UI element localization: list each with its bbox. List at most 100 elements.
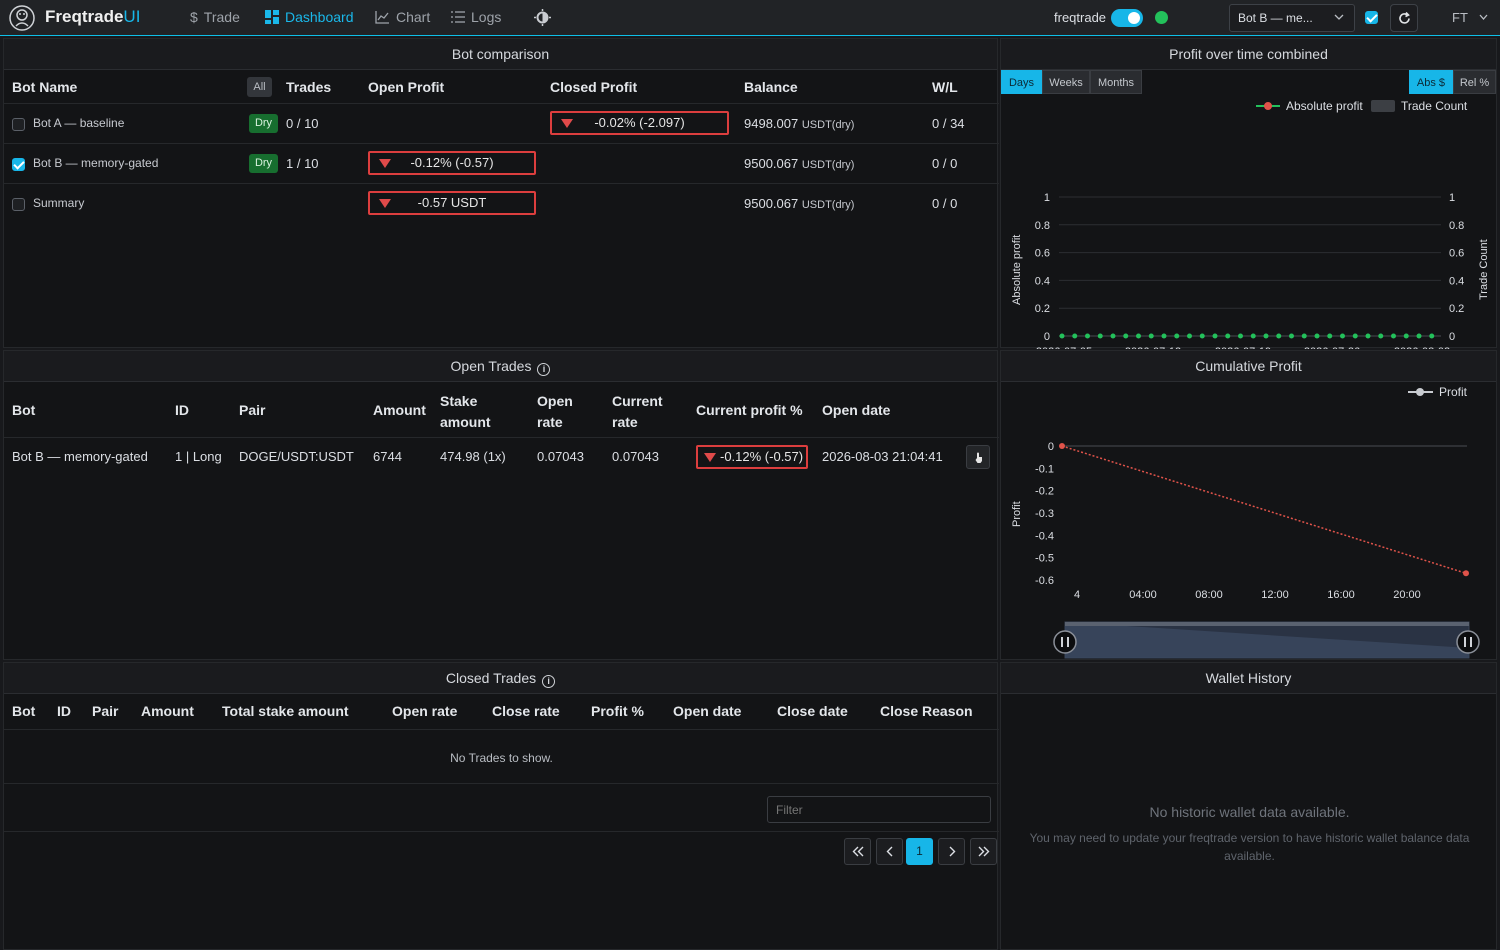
y-tick-label: -0.1 — [1035, 463, 1054, 475]
zoom-handle-right[interactable] — [1456, 630, 1480, 654]
col-current-rate-line2: rate — [612, 414, 638, 430]
nav-logs[interactable]: Logs — [451, 9, 501, 25]
col-trades[interactable]: Trades — [286, 79, 331, 95]
col-closed-profit[interactable]: Closed Profit — [550, 79, 637, 95]
chart-line-icon — [375, 11, 389, 24]
col-open-rate[interactable]: Open rate — [392, 703, 457, 719]
col-open-profit[interactable]: Open Profit — [368, 79, 444, 95]
col-pair[interactable]: Pair — [92, 703, 118, 719]
wallet-empty-title: No historic wallet data available. — [1149, 804, 1350, 820]
prev-page-button[interactable] — [876, 838, 903, 865]
nav-trade[interactable]: $ Trade — [190, 9, 240, 25]
col-open-rate[interactable]: Open rate — [537, 391, 573, 433]
col-wl[interactable]: W/L — [932, 79, 958, 95]
col-bot-name[interactable]: Bot Name — [12, 79, 77, 95]
zoom-handle-left[interactable] — [1053, 630, 1077, 654]
chevron-right-icon — [949, 846, 956, 857]
mode-rel-button[interactable]: Rel % — [1453, 70, 1496, 94]
col-open-rate-line1: Open — [537, 393, 573, 409]
info-icon[interactable]: i — [537, 363, 551, 376]
col-id[interactable]: ID — [57, 703, 71, 719]
y-right-axis-label: Trade Count — [1478, 239, 1490, 300]
bot-online-toggle[interactable] — [1111, 9, 1143, 27]
all-filter-button[interactable]: All — [247, 77, 272, 97]
col-open-date[interactable]: Open date — [822, 402, 890, 418]
col-id[interactable]: ID — [175, 402, 189, 418]
row-divider — [4, 143, 999, 144]
col-current-rate[interactable]: Current rate — [612, 391, 663, 433]
refresh-button[interactable] — [1390, 4, 1418, 32]
multi-bot-checkbox[interactable] — [1365, 11, 1378, 24]
chevron-left-icon — [886, 846, 893, 857]
row-checkbox[interactable] — [12, 198, 25, 211]
col-bot[interactable]: Bot — [12, 703, 35, 719]
legend-absolute-profit-label: Absolute profit — [1286, 99, 1363, 113]
last-page-button[interactable] — [970, 838, 997, 865]
user-avatar[interactable]: FT — [1452, 10, 1468, 25]
balance-cell: 9500.067 USDT(dry) — [744, 156, 854, 171]
brand-ui: UI — [123, 7, 141, 26]
period-months-button[interactable]: Months — [1090, 70, 1142, 94]
trade-actions-button[interactable] — [966, 445, 990, 469]
open-profit-box: -0.12% (-0.57) — [368, 151, 536, 175]
col-total-stake[interactable]: Total stake amount — [222, 703, 349, 719]
data-zoom-slider[interactable] — [1053, 621, 1480, 659]
col-profit[interactable]: Profit % — [591, 703, 644, 719]
bot-name: Bot B — memory-gated — [33, 156, 159, 170]
user-menu-chevron-icon[interactable] — [1479, 14, 1488, 21]
data-point — [1327, 333, 1333, 339]
balance-cell: 9498.007 USDT(dry) — [744, 116, 854, 131]
row-checkbox[interactable] — [12, 118, 25, 131]
col-close-rate[interactable]: Close rate — [492, 703, 560, 719]
bot-select-dropdown[interactable]: Bot B — me... — [1229, 4, 1355, 32]
mode-abs-button[interactable]: Abs $ — [1409, 70, 1453, 94]
col-amount[interactable]: Amount — [373, 402, 426, 418]
info-icon[interactable]: i — [542, 675, 556, 688]
first-page-button[interactable] — [844, 838, 871, 865]
data-point — [1276, 333, 1282, 339]
freqtrade-logo-icon[interactable] — [8, 4, 36, 32]
page-1-button[interactable]: 1 — [906, 838, 933, 865]
bot-name-label: freqtrade — [1054, 10, 1107, 25]
arrow-down-icon — [379, 199, 391, 208]
col-current-profit[interactable]: Current profit % — [696, 402, 803, 418]
col-bot[interactable]: Bot — [12, 402, 35, 418]
col-stake-line2: amount — [440, 414, 491, 430]
legend-trade-count[interactable]: Trade Count — [1371, 99, 1468, 113]
balance-unit: USDT(dry) — [801, 159, 855, 171]
x-tick-label: 16:00 — [1327, 589, 1355, 601]
nav-dashboard[interactable]: Dashboard — [265, 9, 354, 25]
col-close-date[interactable]: Close date — [777, 703, 848, 719]
period-days-button[interactable]: Days — [1001, 70, 1042, 94]
row-checkbox[interactable] — [12, 158, 25, 171]
y-axis-label: Profit — [1011, 501, 1023, 527]
col-open-date[interactable]: Open date — [673, 703, 741, 719]
theme-toggle-icon[interactable] — [534, 9, 551, 26]
data-point — [1187, 333, 1192, 339]
y-left-tick-label: 0.4 — [1035, 275, 1050, 287]
nav-chart[interactable]: Chart — [375, 9, 430, 25]
col-pair[interactable]: Pair — [239, 402, 265, 418]
data-point — [1225, 333, 1231, 339]
y-tick-label: -0.2 — [1035, 486, 1054, 498]
legend-absolute-profit[interactable]: Absolute profit — [1256, 99, 1363, 113]
data-point — [1072, 333, 1078, 339]
y-left-tick-label: 0 — [1044, 331, 1050, 343]
filter-input[interactable] — [767, 796, 991, 823]
col-amount[interactable]: Amount — [141, 703, 194, 719]
next-page-button[interactable] — [938, 838, 965, 865]
period-weeks-button[interactable]: Weeks — [1042, 70, 1090, 94]
data-point — [1365, 333, 1371, 339]
x-tick-label: 2026-07-19 — [1215, 346, 1271, 349]
summary-profit-box: -0.57 USDT — [368, 191, 536, 215]
trade-amount: 6744 — [373, 449, 402, 464]
y-left-axis-label: Absolute profit — [1011, 235, 1023, 305]
legend-profit[interactable]: Profit — [1408, 385, 1468, 399]
open-trades-panel: Open Trades i Bot ID Pair Amount Stake amo… — [3, 350, 999, 660]
nav-dashboard-label: Dashboard — [285, 9, 354, 25]
col-stake-amount[interactable]: Stake amount — [440, 391, 491, 433]
y-right-tick-label: 0.8 — [1449, 220, 1464, 232]
col-close-reason[interactable]: Close Reason — [880, 703, 973, 719]
brand-title[interactable]: FreqtradeUI — [45, 7, 140, 27]
col-balance[interactable]: Balance — [744, 79, 798, 95]
